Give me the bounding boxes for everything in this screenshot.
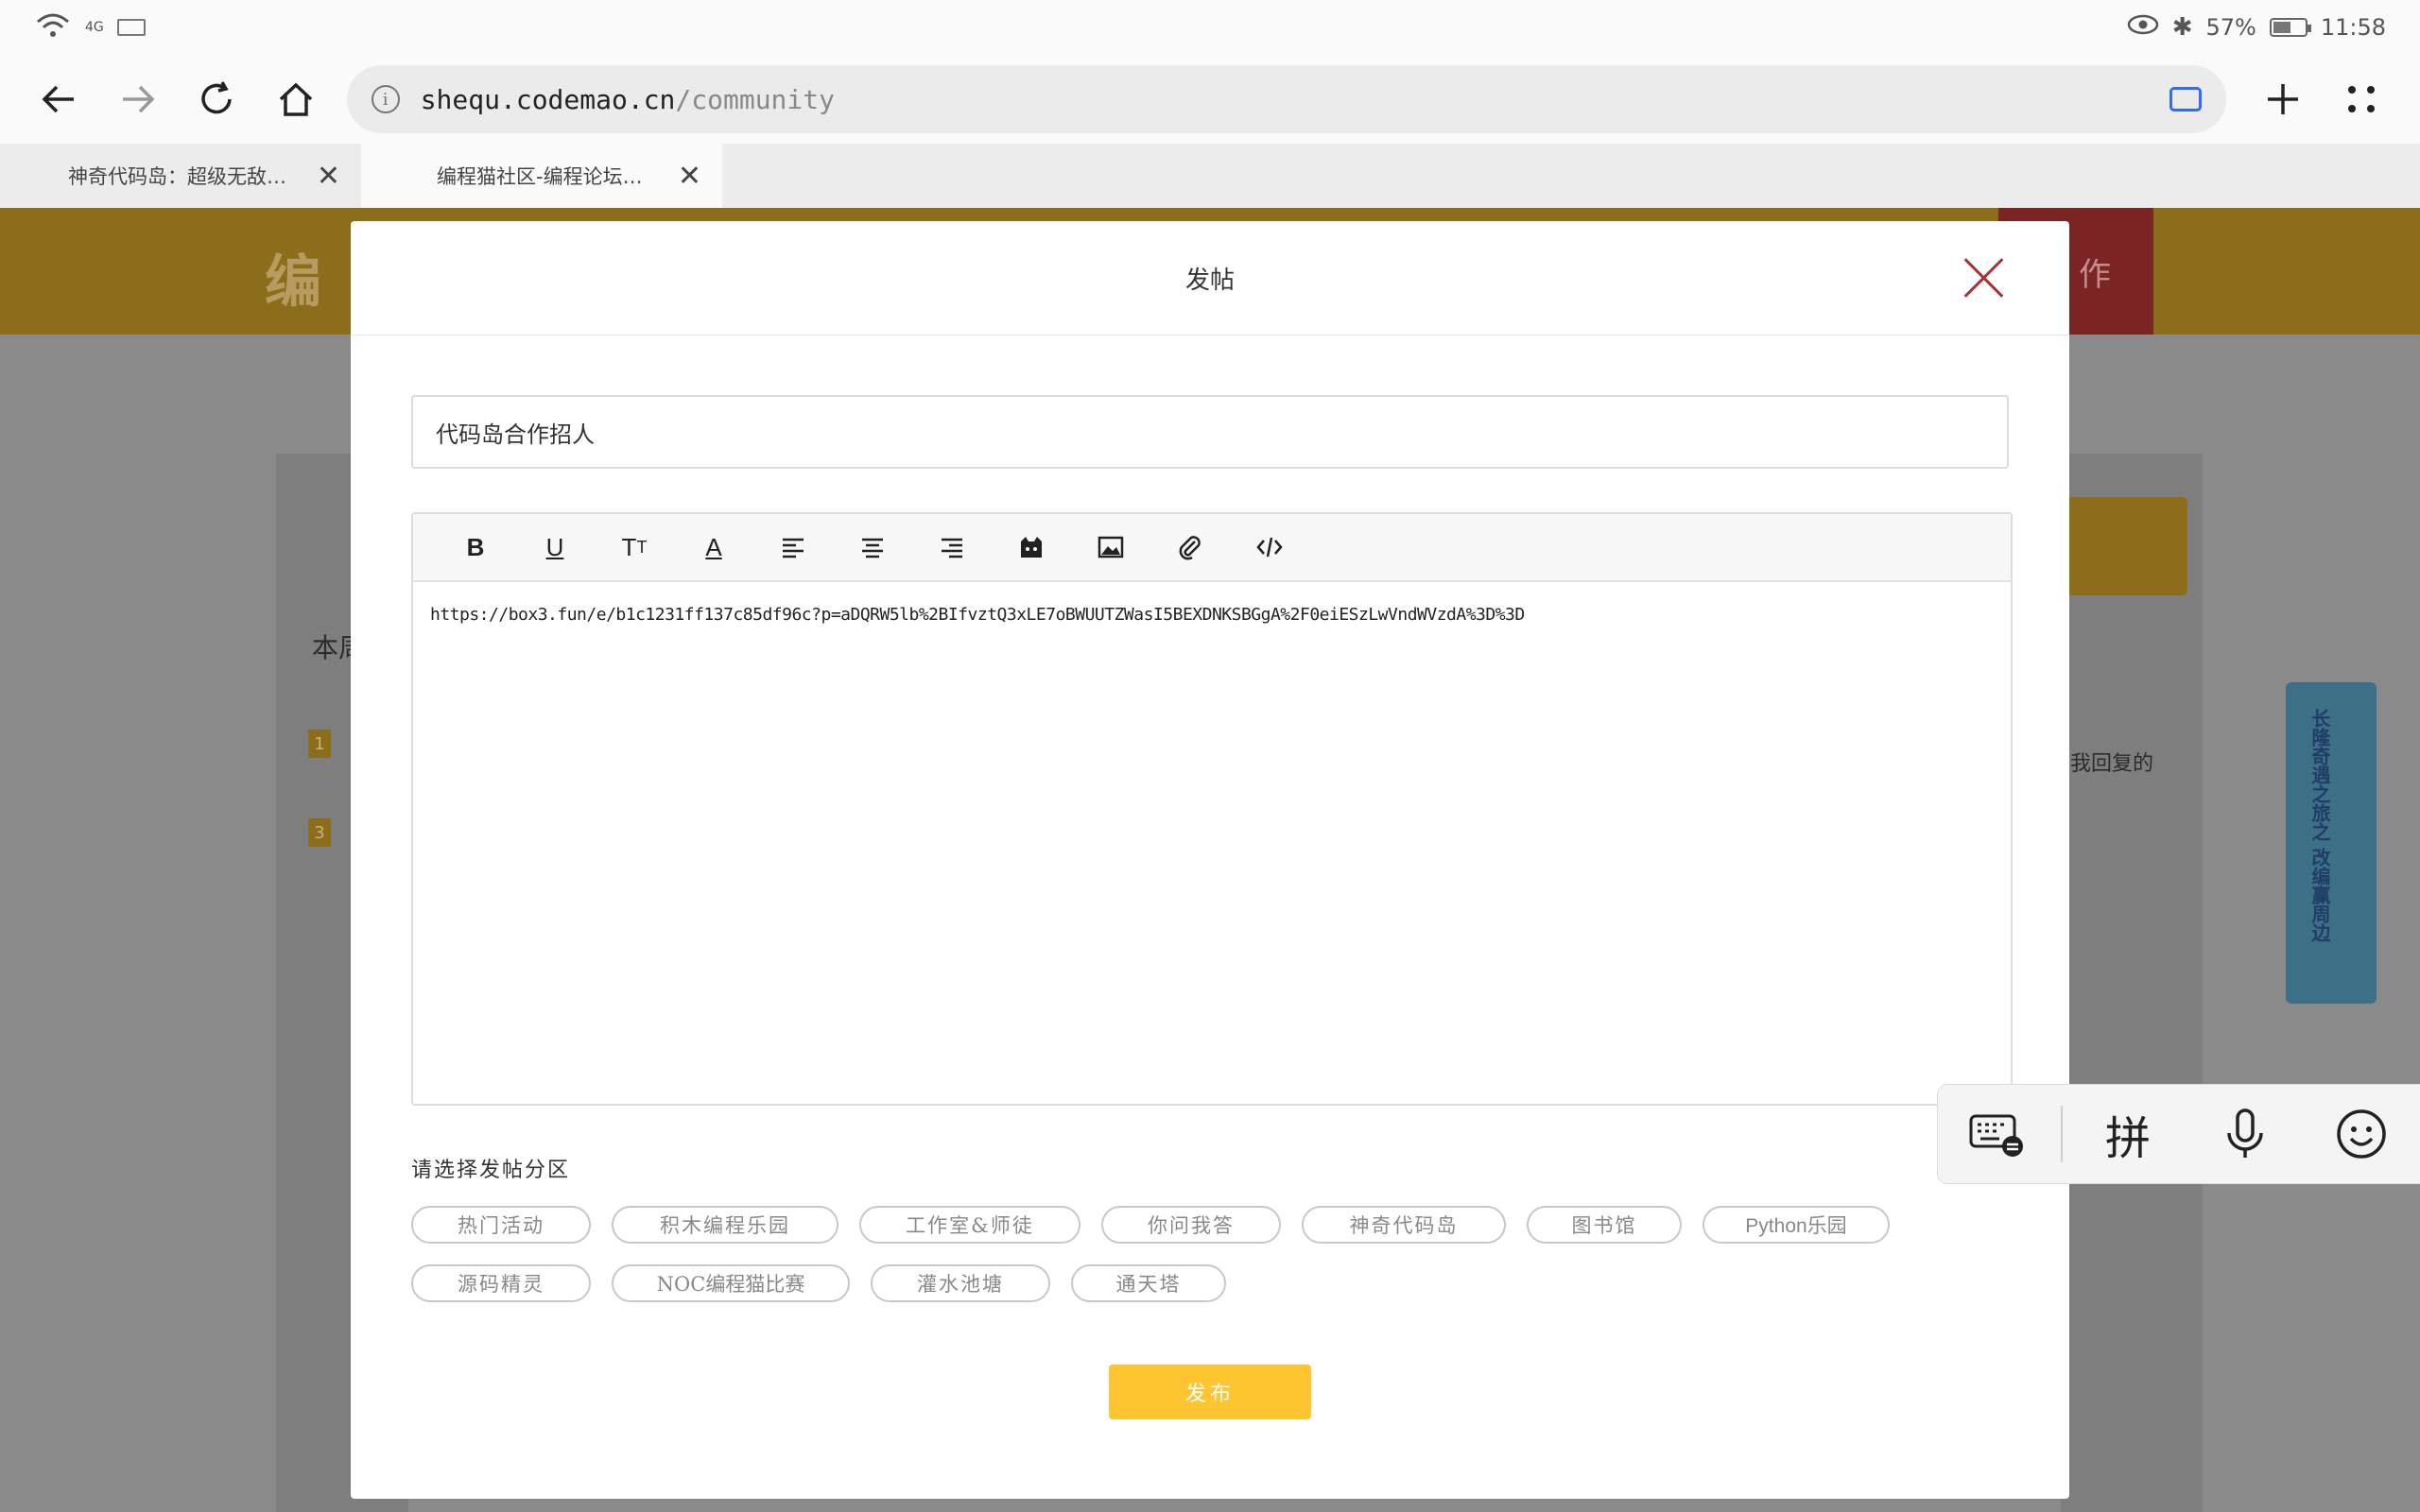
home-button[interactable]	[256, 60, 336, 139]
right-action-button	[2061, 497, 2187, 595]
rank-badge: 3	[308, 818, 331, 847]
url-host: shequ.codemao.cn	[420, 83, 676, 115]
underline-button[interactable]: U	[515, 514, 595, 580]
editor-toolbar: B U TT A	[413, 514, 2011, 582]
forward-button[interactable]	[98, 60, 178, 139]
attach-button[interactable]	[1150, 514, 1230, 580]
tab-label: 神奇代码岛：超级无敌…	[68, 165, 286, 188]
category-chip[interactable]: NOC编程猫比赛	[612, 1264, 850, 1302]
menu-button[interactable]	[2322, 60, 2401, 139]
address-bar[interactable]: i shequ.codemao.cn /community	[346, 65, 2226, 133]
category-chip[interactable]: 热门活动	[411, 1206, 591, 1244]
category-chip[interactable]: 源码精灵	[411, 1264, 591, 1302]
site-logo: 编	[265, 249, 321, 316]
font-size-button[interactable]: TT	[595, 514, 674, 580]
back-button[interactable]	[19, 60, 98, 139]
tab-label: 编程猫社区-编程论坛…	[437, 165, 643, 188]
cast-icon[interactable]	[2169, 87, 2202, 112]
close-icon[interactable]: ✕	[678, 160, 701, 193]
dialog-header: 发帖	[351, 221, 2069, 335]
insert-image-button[interactable]	[1071, 514, 1150, 580]
rank-badge: 1	[308, 730, 331, 758]
emoji-button[interactable]	[2309, 1085, 2413, 1183]
battery-icon	[2269, 18, 2311, 37]
paperclip-icon	[1179, 536, 1201, 560]
category-chip[interactable]: 图书馆	[1527, 1206, 1682, 1244]
dialog-title: 发帖	[1184, 266, 1235, 295]
promo-banner-text: 长隆奇遇之旅之 改编赢周边	[2308, 709, 2331, 942]
ime-toolbar: 拼	[1938, 1085, 2420, 1183]
category-chip[interactable]: 灌水池塘	[871, 1264, 1050, 1302]
category-chip[interactable]: 通天塔	[1071, 1264, 1226, 1302]
signal-label: 4G	[85, 20, 104, 35]
category-label: 请选择发帖分区	[411, 1159, 571, 1182]
divider	[2061, 1106, 2064, 1162]
browser-toolbar: i shequ.codemao.cn /community	[0, 55, 2420, 144]
bluetooth-icon: ✱	[2171, 13, 2193, 42]
url-path: /community	[675, 83, 835, 115]
reload-icon	[201, 81, 232, 114]
microphone-icon	[2226, 1108, 2263, 1158]
arrow-left-icon	[42, 85, 74, 113]
pinyin-button[interactable]: 拼	[2076, 1085, 2180, 1183]
font-color-button[interactable]: A	[674, 514, 753, 580]
cat-icon	[1021, 537, 1042, 558]
editor-content[interactable]: https://box3.fun/e/b1c1231ff137c85df96c?…	[413, 582, 2011, 647]
battery-percent: 57%	[2205, 14, 2256, 41]
category-chip[interactable]: 神奇代码岛	[1302, 1206, 1506, 1244]
post-dialog: 发帖 B U TT A	[351, 221, 2069, 1499]
home-icon	[279, 82, 313, 116]
tab-2[interactable]: 编程猫社区-编程论坛… ✕	[361, 144, 722, 208]
my-replies-link: 我回复的	[2070, 752, 2154, 776]
category-chips: 热门活动 积木编程乐园 工作室&师徒 你问我答 神奇代码岛 图书馆 Python…	[411, 1206, 2018, 1323]
align-right-button[interactable]	[912, 514, 992, 580]
image-icon	[1098, 536, 1124, 558]
eye-icon	[2127, 13, 2159, 42]
code-icon	[1256, 537, 1283, 558]
category-chip[interactable]: 积木编程乐园	[612, 1206, 838, 1244]
category-chip[interactable]: Python乐园	[1703, 1206, 1890, 1244]
keyboard-switch-button[interactable]	[1945, 1085, 2048, 1183]
category-chip[interactable]: 你问我答	[1101, 1206, 1281, 1244]
arrow-right-icon	[122, 85, 154, 113]
rich-text-editor: B U TT A https://box3.fun/e/b1c1231ff137…	[411, 512, 2013, 1106]
plus-icon	[2267, 84, 2298, 114]
tab-strip: 神奇代码岛：超级无敌… ✕ 编程猫社区-编程论坛… ✕	[0, 144, 2420, 208]
close-icon[interactable]: ✕	[317, 160, 340, 193]
status-bar: 4G ✱ 57% 11:58	[0, 0, 2420, 55]
new-tab-button[interactable]	[2243, 60, 2323, 139]
align-center-button[interactable]	[833, 514, 912, 580]
close-icon[interactable]	[1963, 257, 2005, 299]
battery-fill	[2273, 22, 2291, 33]
info-icon[interactable]: i	[371, 85, 400, 113]
align-left-icon	[783, 538, 804, 558]
publish-button[interactable]: 发布	[1109, 1365, 1311, 1419]
align-center-icon	[862, 538, 883, 558]
clock: 11:58	[2320, 14, 2386, 41]
grid-dots-icon	[2348, 86, 2376, 112]
tab-1[interactable]: 神奇代码岛：超级无敌… ✕	[0, 144, 361, 208]
bold-button[interactable]: B	[436, 514, 515, 580]
right-panel	[2061, 454, 2203, 1512]
wifi-icon	[34, 10, 72, 44]
post-title-input[interactable]	[411, 395, 2009, 469]
category-chip[interactable]: 工作室&师徒	[859, 1206, 1080, 1244]
reload-button[interactable]	[177, 60, 256, 139]
align-left-button[interactable]	[753, 514, 833, 580]
smiley-icon	[2337, 1109, 2386, 1159]
voice-input-button[interactable]	[2193, 1085, 2297, 1183]
keyboard-status-icon	[116, 19, 146, 36]
code-button[interactable]	[1230, 514, 1309, 580]
emoji-cat-button[interactable]	[992, 514, 1071, 580]
align-right-icon	[942, 538, 962, 558]
keyboard-icon	[1969, 1114, 2023, 1157]
